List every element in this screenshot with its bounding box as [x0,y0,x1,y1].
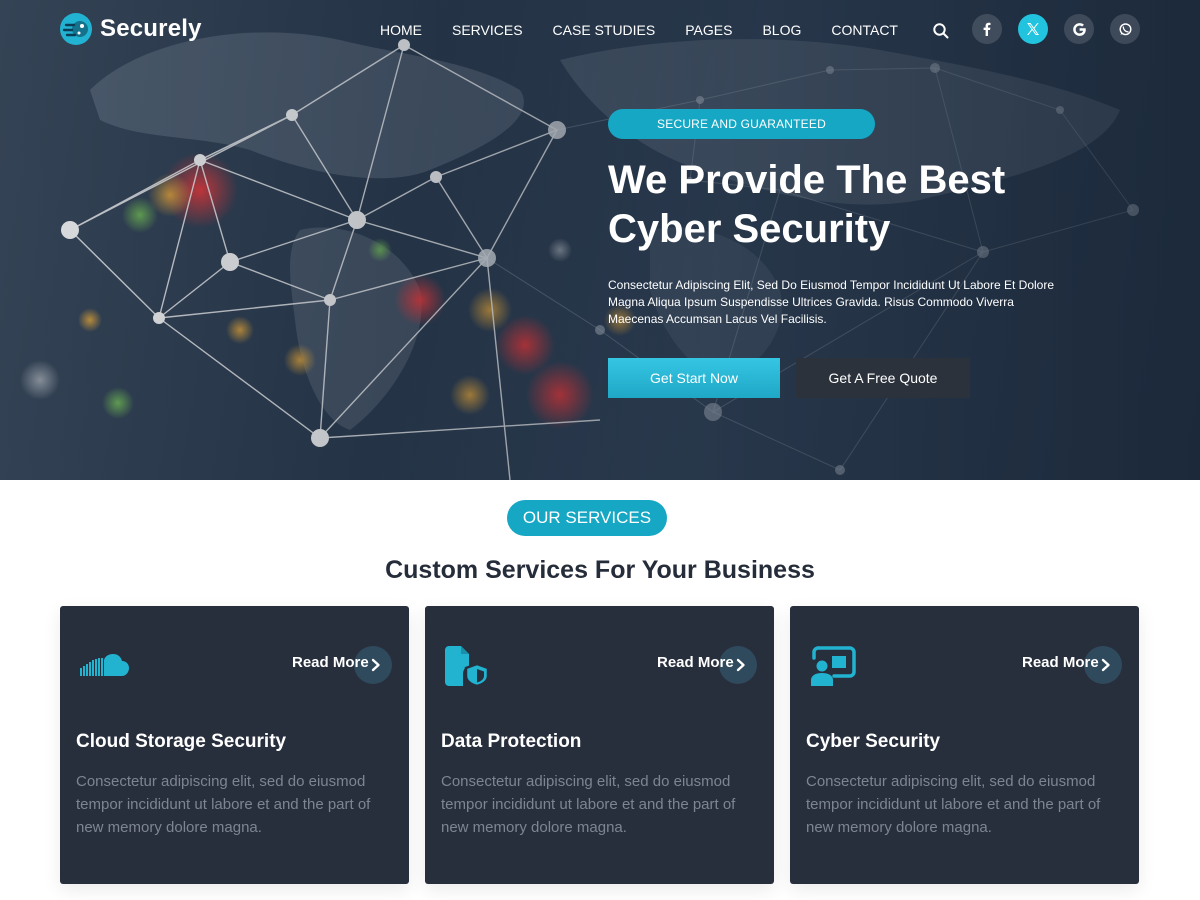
search-icon[interactable] [931,21,951,41]
card-description: Consectetur adipiscing elit, sed do eius… [441,773,736,836]
read-more-link[interactable]: Read More [1022,654,1099,671]
whatsapp-icon[interactable] [1110,14,1140,44]
brand-name: Securely [100,15,202,42]
service-card-cloud-storage: Read More Cloud Storage Security Consect… [60,606,409,884]
nav-item-case-studies[interactable]: CASE STUDIES [553,22,656,38]
x-twitter-icon[interactable] [1018,14,1048,44]
card-description: Consectetur adipiscing elit, sed do eius… [806,773,1101,836]
hero-badge: SECURE AND GUARANTEED [608,109,875,139]
card-title: Cyber Security [806,731,941,752]
hero-title-line2: Cyber Security [608,207,891,251]
service-card-cyber-security: Read More Cyber Security Consectetur adi… [790,606,1139,884]
nav-item-pages[interactable]: PAGES [685,22,732,38]
logo[interactable]: Securely [60,13,202,45]
get-start-now-button[interactable]: Get Start Now [608,358,780,398]
main-nav: Securely HOME SERVICES CASE STUDIES PAGE… [0,0,1200,62]
hero-section: Securely HOME SERVICES CASE STUDIES PAGE… [0,0,1200,480]
nav-item-contact[interactable]: CONTACT [831,22,898,38]
card-title: Data Protection [441,731,582,752]
chevron-right-icon [1101,658,1110,672]
nav-menu: HOME SERVICES CASE STUDIES PAGES BLOG CO… [380,22,928,38]
get-free-quote-button[interactable]: Get A Free Quote [796,358,970,398]
read-more-link[interactable]: Read More [292,654,369,671]
logo-icon [60,13,92,45]
our-services-badge: OUR SERVICES [507,500,667,536]
card-title: Cloud Storage Security [76,731,287,752]
monitor-user-icon [808,646,860,686]
chevron-right-icon [371,658,380,672]
facebook-icon[interactable] [972,14,1002,44]
service-card-data-protection: Read More Data Protection Consectetur ad… [425,606,774,884]
card-description: Consectetur adipiscing elit, sed do eius… [76,773,371,836]
read-more-link[interactable]: Read More [657,654,734,671]
nav-item-home[interactable]: HOME [380,22,422,38]
nav-item-services[interactable]: SERVICES [452,22,523,38]
cloud-icon [78,646,130,684]
hero-title-line1: We Provide The Best [608,158,1006,202]
nav-item-blog[interactable]: BLOG [762,22,801,38]
shield-document-icon [443,646,495,688]
google-icon[interactable] [1064,14,1094,44]
hero-description: Consectetur Adipiscing Elit, Sed Do Eius… [608,278,1055,326]
services-title: Custom Services For Your Business [385,556,815,584]
hero-title: We Provide The Best Cyber Security [608,156,1168,254]
chevron-right-icon [736,658,745,672]
